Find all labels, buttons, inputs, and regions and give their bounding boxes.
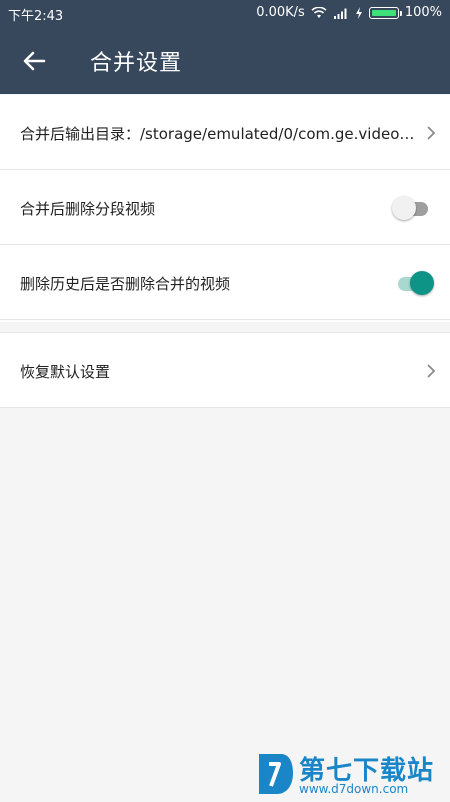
status-bar: 下午2:43 0.00K/s 100%	[0, 0, 450, 26]
delete-merged-row[interactable]: 删除历史后是否删除合并的视频	[0, 245, 450, 320]
status-right-group: 0.00K/s 100%	[256, 5, 442, 20]
output-directory-row[interactable]: 合并后输出目录：/storage/emulated/0/com.ge.video…	[0, 95, 450, 170]
settings-group-merge: 合并后输出目录：/storage/emulated/0/com.ge.video…	[0, 95, 450, 322]
status-time: 下午2:43	[8, 9, 64, 24]
restore-defaults-label: 恢复默认设置	[20, 363, 111, 381]
network-speed: 0.00K/s	[256, 5, 305, 20]
battery-percent: 100%	[404, 5, 442, 20]
signal-icon	[333, 7, 349, 19]
delete-merged-label: 删除历史后是否删除合并的视频	[20, 275, 231, 293]
delete-segments-row[interactable]: 合并后删除分段视频	[0, 170, 450, 245]
back-arrow-icon[interactable]	[20, 48, 50, 74]
settings-group-restore: 恢复默认设置	[0, 332, 450, 408]
watermark-url: www.d7down.com	[299, 782, 409, 796]
chevron-right-icon	[426, 363, 436, 379]
app-bar: 合并设置	[0, 26, 450, 94]
delete-segments-toggle[interactable]	[392, 196, 432, 220]
page-title: 合并设置	[90, 51, 183, 76]
output-directory-label: 合并后输出目录：/storage/emulated/0/com.ge.video…	[20, 125, 415, 143]
delete-merged-toggle[interactable]	[392, 271, 434, 295]
watermark-logo-icon	[255, 748, 295, 798]
watermark: 第七下载站 www.d7down.com	[255, 748, 445, 798]
chevron-right-icon	[426, 125, 436, 141]
restore-defaults-row[interactable]: 恢复默认设置	[0, 333, 450, 408]
charging-icon	[355, 6, 363, 19]
delete-segments-label: 合并后删除分段视频	[20, 200, 156, 218]
wifi-icon	[311, 6, 327, 19]
battery-icon	[368, 6, 402, 19]
